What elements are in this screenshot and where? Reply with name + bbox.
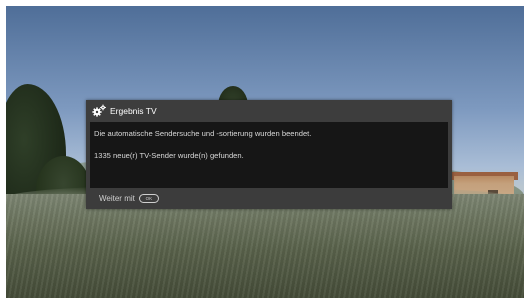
search-result-dialog: Ergebnis TV Die automatische Sendersuche… bbox=[86, 100, 452, 209]
dialog-title: Ergebnis TV bbox=[110, 106, 157, 116]
ok-remote-button-icon[interactable]: OK bbox=[138, 194, 159, 203]
background-shrubs bbox=[6, 194, 524, 298]
ok-button-text: OK bbox=[145, 196, 153, 201]
dialog-body: Die automatische Sendersuche und -sortie… bbox=[90, 122, 448, 188]
dialog-header: Ergebnis TV bbox=[86, 100, 452, 122]
gears-icon bbox=[91, 104, 107, 118]
dialog-footer: Weiter mit OK bbox=[86, 188, 452, 209]
message-channels-found: 1335 neue(r) TV-Sender wurde(n) gefunden… bbox=[94, 151, 244, 160]
message-search-finished: Die automatische Sendersuche und -sortie… bbox=[94, 129, 312, 138]
continue-label: Weiter mit bbox=[99, 194, 135, 203]
